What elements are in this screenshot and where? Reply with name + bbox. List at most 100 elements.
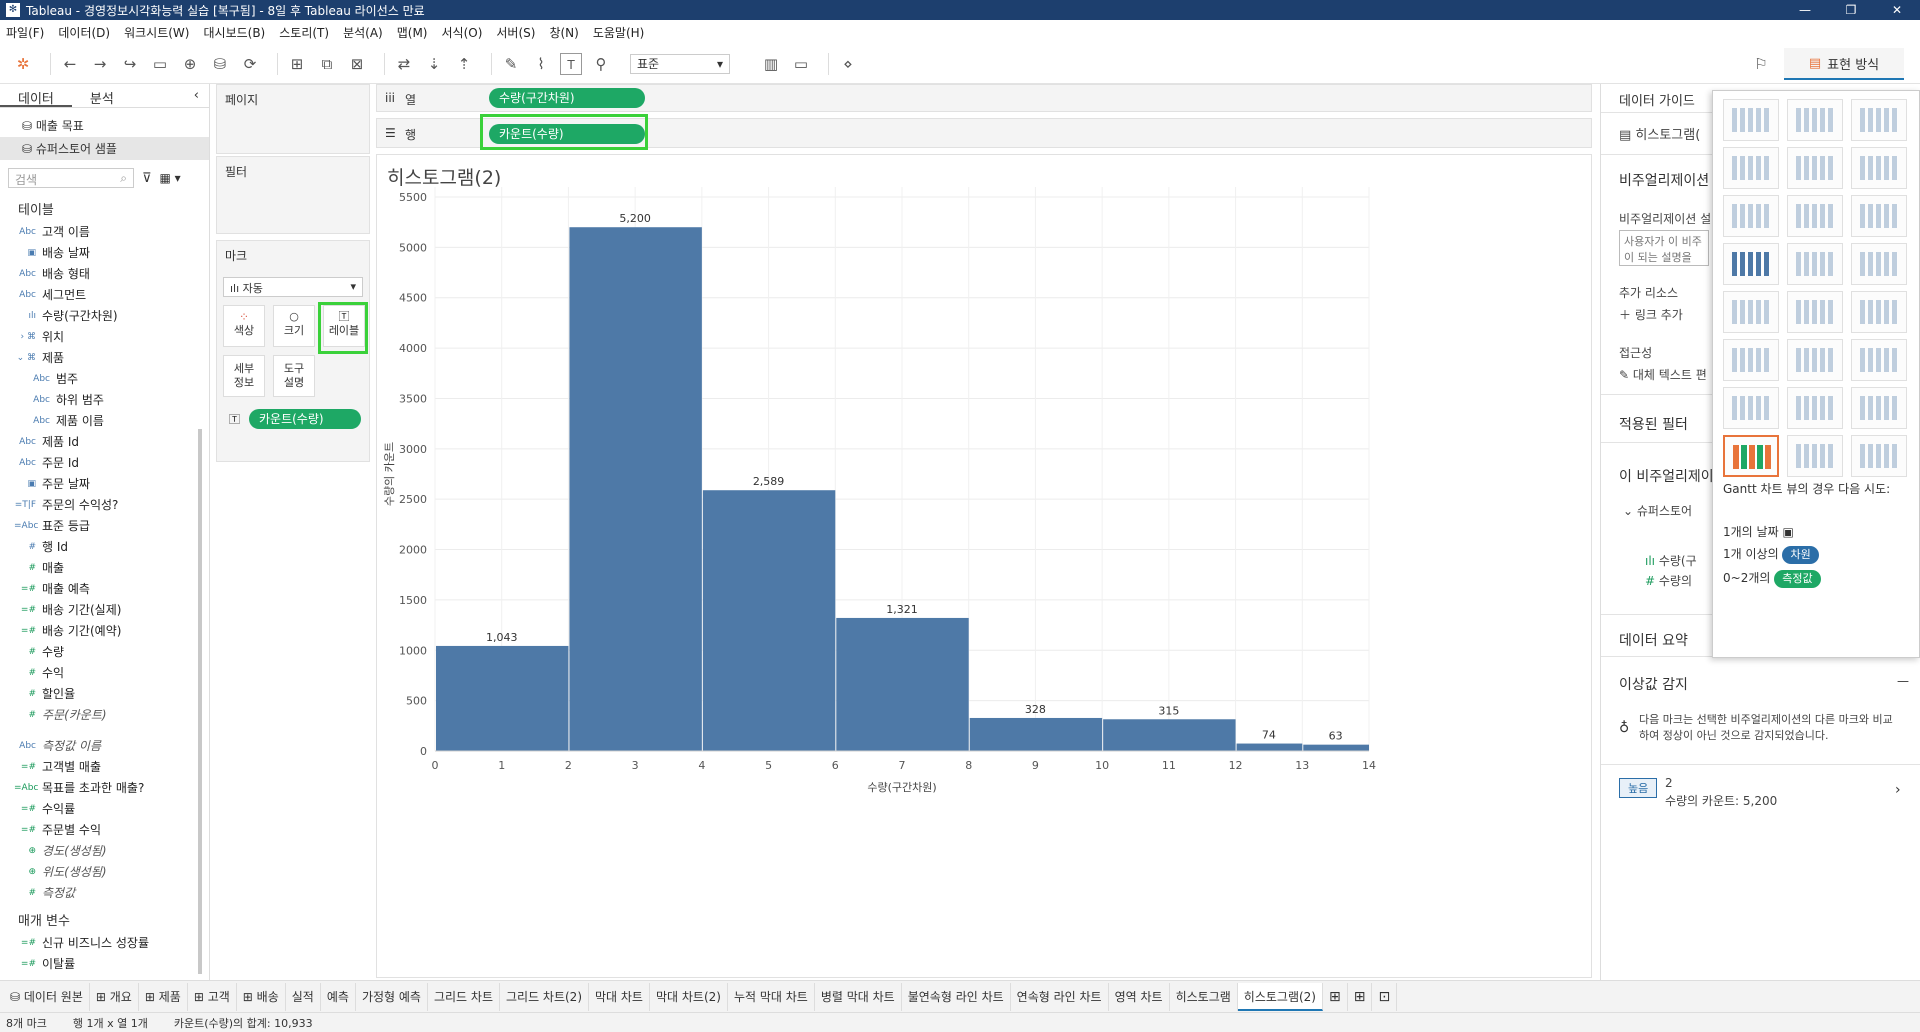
detail-button[interactable]: 세부 정보 (223, 355, 265, 397)
field-item[interactable]: Abc 범주 (0, 368, 209, 389)
mark-type-dropdown[interactable]: ılı 자동 ▾ (223, 277, 363, 297)
field-item[interactable]: =Abc 목표를 초과한 매출? (0, 777, 209, 798)
menu-item[interactable]: 맵(M) (397, 24, 428, 41)
field-item[interactable]: =T|F 주문의 수익성? (0, 494, 209, 515)
field-item[interactable]: =# 수익률 (0, 798, 209, 819)
chart-type-thumbnail[interactable] (1851, 147, 1907, 189)
chart-type-thumbnail[interactable] (1723, 387, 1779, 429)
sheet-tab[interactable]: 히스토그램(2) (1237, 982, 1323, 1011)
histogram-bar[interactable] (1103, 719, 1236, 751)
field-item[interactable]: =Abc 표준 등급 (0, 515, 209, 536)
add-link[interactable]: 링크 추가 (1635, 308, 1683, 322)
presentation-icon[interactable]: ▭ (790, 53, 812, 75)
share-icon[interactable]: ⋄ (837, 53, 859, 75)
filters-card[interactable]: 필터 (216, 156, 370, 234)
tab-data[interactable]: 데이터 (0, 84, 72, 107)
field-item[interactable]: # 수량 (0, 641, 209, 662)
minimize-button[interactable]: — (1782, 0, 1828, 20)
field-item[interactable]: ⊕ 위도(생성됨) (0, 861, 209, 882)
field-item[interactable]: Abc 측정값 이름 (0, 735, 209, 756)
refresh-icon[interactable]: ⟳ (239, 53, 261, 75)
group-icon[interactable]: ⌇ (530, 53, 552, 75)
undo-icon[interactable]: ← (59, 53, 81, 75)
field-item[interactable]: =# 주문별 수익 (0, 819, 209, 840)
chart-type-thumbnail[interactable] (1851, 243, 1907, 285)
menu-item[interactable]: 워크시트(W) (124, 24, 189, 41)
color-button[interactable]: ⁘ 색상 (223, 305, 265, 347)
chart-type-thumbnail[interactable] (1723, 99, 1779, 141)
view-options-icon[interactable]: ▦ ▾ (160, 171, 181, 185)
sort-asc-icon[interactable]: ⇣ (423, 53, 445, 75)
label-toggle-icon[interactable]: T (560, 52, 582, 75)
show-me-button[interactable]: ▤ 표현 방식 (1784, 48, 1904, 80)
sheet-tab[interactable]: 예측 (321, 982, 356, 1011)
histogram-bar[interactable] (1303, 744, 1369, 751)
new-story-icon[interactable]: ⊡ (1372, 982, 1398, 1011)
chevron-down-icon[interactable]: ⌄ (1623, 504, 1637, 518)
chart-type-thumbnail[interactable] (1851, 387, 1907, 429)
histogram-bar[interactable] (436, 645, 569, 751)
pages-card[interactable]: 페이지 (216, 84, 370, 154)
duplicate-sheet-icon[interactable]: ⧉ (316, 53, 338, 75)
collapse-icon[interactable]: — (1897, 674, 1909, 688)
sheet-tab[interactable]: ⊞ 배송 (237, 982, 286, 1011)
chart-type-thumbnail[interactable] (1851, 291, 1907, 333)
clear-sheet-icon[interactable]: ⊠ (346, 53, 368, 75)
histogram-bar[interactable] (1236, 743, 1303, 751)
field-item[interactable]: Abc 배송 형태 (0, 263, 209, 284)
new-dashboard-icon[interactable]: ⊞ (1348, 982, 1373, 1011)
field-item[interactable]: ▣ 배송 날짜 (0, 242, 209, 263)
show-cards-icon[interactable]: ▥ (760, 53, 782, 75)
field-item[interactable]: › ⌘ 위치 (0, 326, 209, 347)
new-sheet-icon[interactable]: ⊞ (286, 53, 308, 75)
save-icon[interactable]: ▭ (149, 53, 171, 75)
sheet-tab[interactable]: 히스토그램 (1170, 982, 1238, 1011)
chart-type-thumbnail[interactable] (1787, 195, 1843, 237)
columns-pill[interactable]: 수량(구간차원) (489, 88, 645, 108)
field-item[interactable]: # 행 Id (0, 536, 209, 557)
datasource-icon[interactable]: ⛁ (209, 53, 231, 75)
menu-item[interactable]: 도움말(H) (593, 24, 645, 41)
sheet-tab[interactable]: 막대 차트(2) (650, 982, 728, 1011)
histogram-bar[interactable] (569, 227, 702, 751)
field-item[interactable]: ▣ 주문 날짜 (0, 473, 209, 494)
swap-icon[interactable]: ⇄ (393, 53, 415, 75)
sheet-tab[interactable]: 연속형 라인 차트 (1011, 982, 1109, 1011)
alt-text-link[interactable]: 대체 텍스트 편 (1633, 368, 1707, 382)
tooltip-format-icon[interactable]: ⚐ (1750, 53, 1772, 75)
histogram-bar[interactable] (836, 617, 969, 751)
menu-item[interactable]: 분석(A) (343, 24, 383, 41)
chart-type-thumbnail[interactable] (1787, 99, 1843, 141)
field-item[interactable]: =# 배송 기간(실제) (0, 599, 209, 620)
menu-item[interactable]: 서식(O) (442, 24, 483, 41)
close-button[interactable]: ✕ (1874, 0, 1920, 20)
chart-type-thumbnail[interactable] (1723, 147, 1779, 189)
field-item[interactable]: Abc 고객 이름 (0, 221, 209, 242)
sheet-tab[interactable]: ⊞ 개요 (90, 982, 139, 1011)
chart-type-thumbnail[interactable] (1851, 435, 1907, 477)
filter-icon[interactable]: ⊽ (142, 171, 152, 186)
sheet-tab[interactable]: 가정형 예측 (356, 982, 428, 1011)
field-item[interactable]: Abc 하위 범주 (0, 389, 209, 410)
chart-type-thumbnail[interactable] (1723, 435, 1779, 477)
redo-icon[interactable]: → (89, 53, 111, 75)
field-item[interactable]: =# 고객별 매출 (0, 756, 209, 777)
field-item[interactable]: =# 배송 기간(예약) (0, 620, 209, 641)
chart-type-thumbnail[interactable] (1723, 243, 1779, 285)
chart-type-thumbnail[interactable] (1787, 435, 1843, 477)
chart-type-thumbnail[interactable] (1787, 147, 1843, 189)
field-item[interactable]: =# 신규 비즈니스 성장률 (0, 932, 209, 953)
chart-type-thumbnail[interactable] (1787, 243, 1843, 285)
collapse-pane-icon[interactable]: ‹ (184, 84, 209, 107)
field-item[interactable]: Abc 주문 Id (0, 452, 209, 473)
highlight-icon[interactable]: ✎ (500, 53, 522, 75)
chart-type-thumbnail[interactable] (1851, 339, 1907, 381)
menu-item[interactable]: 대시보드(B) (203, 24, 265, 41)
viz-desc-input[interactable]: 사용자가 이 비주 이 되는 설명을 입 (1619, 230, 1709, 266)
sheet-tab[interactable]: 그리드 차트(2) (500, 982, 589, 1011)
tooltip-button[interactable]: 도구 설명 (273, 355, 315, 397)
fit-dropdown[interactable]: 표준 ▾ (630, 53, 730, 74)
sheet-tab[interactable]: 영역 차트 (1109, 982, 1170, 1011)
sheet-tab[interactable]: 실적 (286, 982, 321, 1011)
new-worksheet-icon[interactable]: ⊞ (1323, 982, 1348, 1011)
